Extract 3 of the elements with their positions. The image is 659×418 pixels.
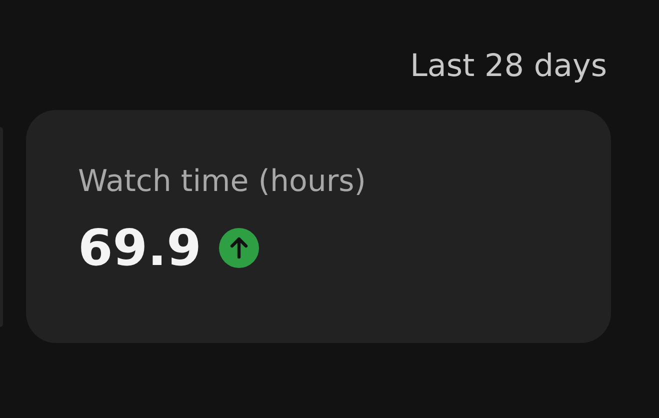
metric-label: Watch time (hours) <box>78 163 368 201</box>
period-label: Last 28 days <box>410 47 607 86</box>
metric-value: 69.9 <box>78 220 202 276</box>
